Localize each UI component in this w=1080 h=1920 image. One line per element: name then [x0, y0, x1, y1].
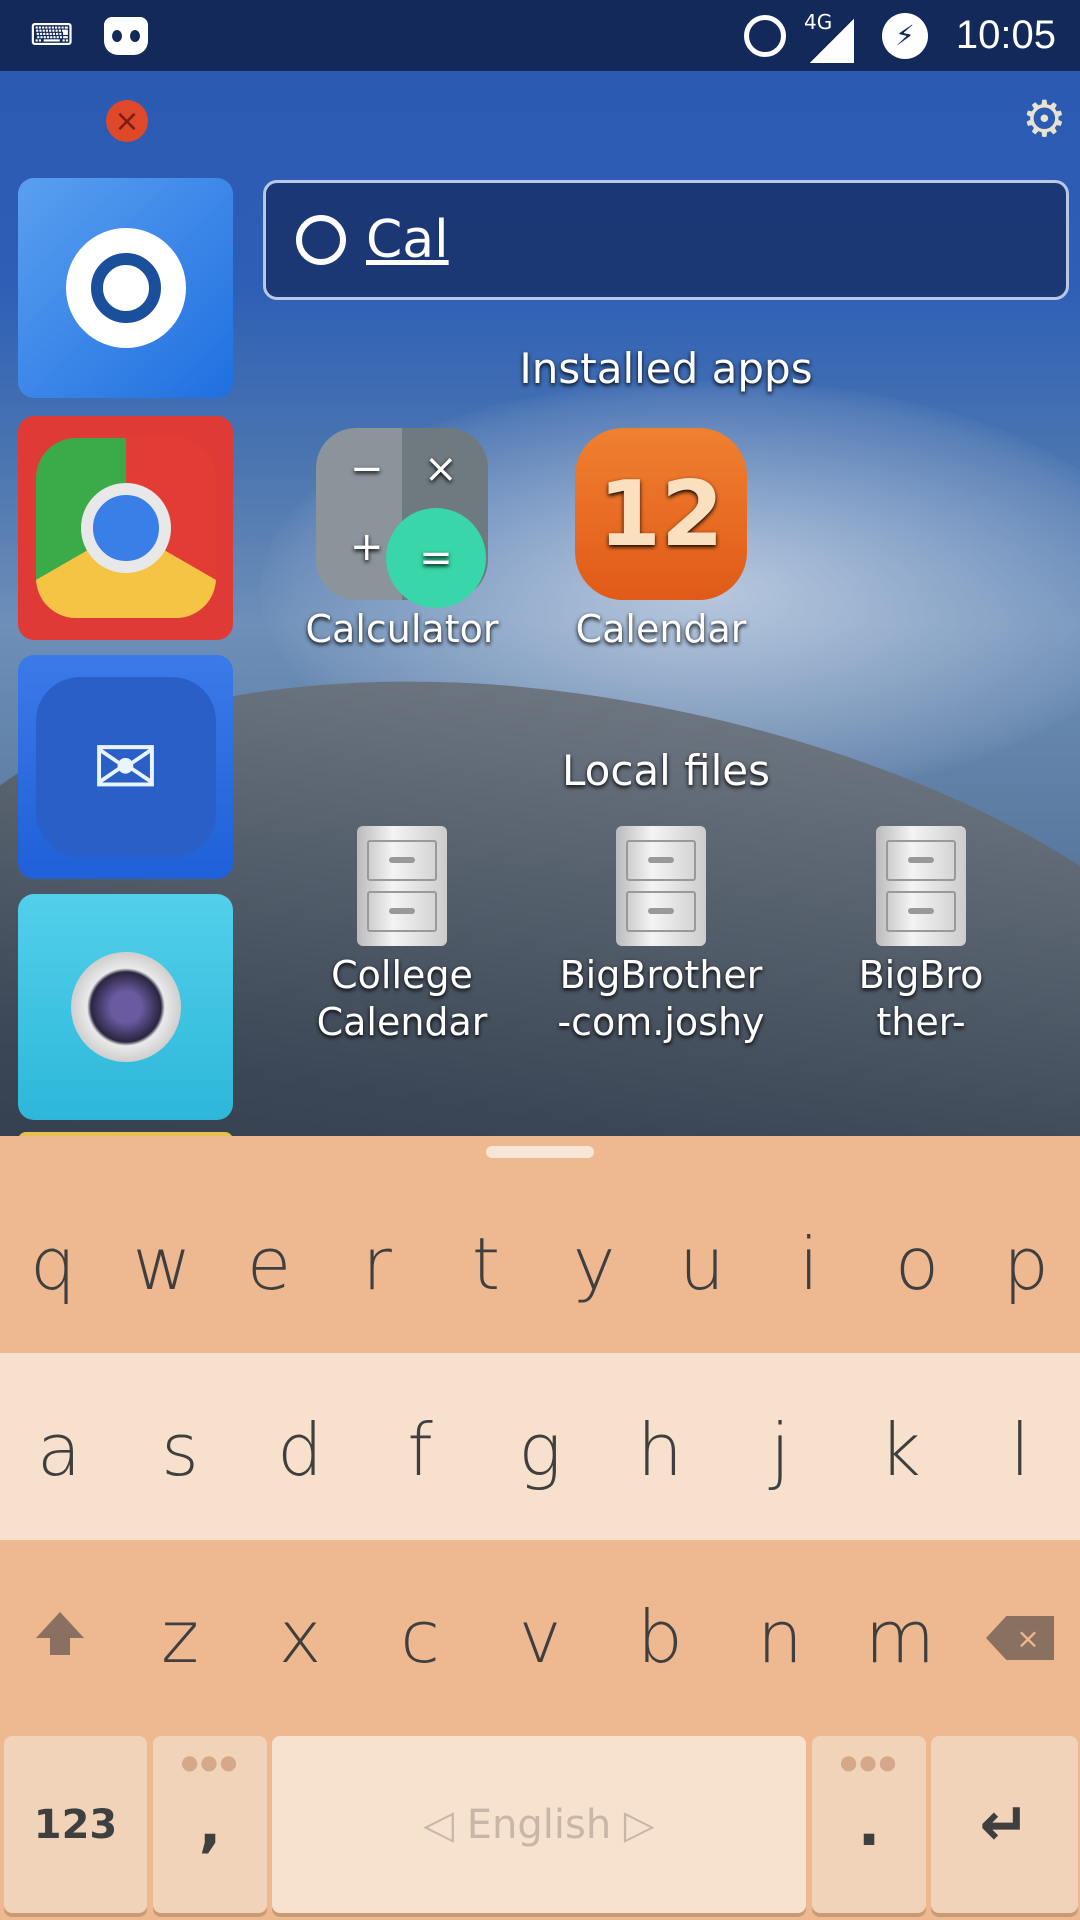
key-u[interactable]: u — [679, 1222, 725, 1306]
status-bar: ⌨ 4G ⚡ 10:05 — [0, 0, 1080, 71]
key-o[interactable]: o — [895, 1222, 939, 1306]
file-item[interactable]: College Calendar — [282, 826, 522, 1046]
file-label-line1: BigBrother — [559, 953, 763, 997]
space-key[interactable]: ◁ English ▷ — [272, 1736, 806, 1913]
key-t[interactable]: t — [472, 1222, 500, 1306]
cyanogen-icon — [104, 0, 148, 71]
key-y[interactable]: y — [573, 1222, 616, 1306]
key-z[interactable]: z — [161, 1595, 199, 1679]
key-r[interactable]: r — [362, 1222, 392, 1306]
key-g[interactable]: g — [518, 1408, 561, 1492]
key-l[interactable]: l — [1010, 1408, 1030, 1492]
key-k[interactable]: k — [879, 1408, 921, 1492]
period-label: . — [857, 1789, 881, 1860]
key-w[interactable]: w — [133, 1222, 192, 1306]
period-key[interactable]: ●●●. — [812, 1736, 926, 1913]
inbox-icon: ✉ — [35, 677, 216, 857]
app-calendar[interactable]: 12 Calendar — [541, 428, 781, 653]
chrome-icon — [35, 438, 216, 618]
sidebar-item-camera[interactable] — [18, 894, 233, 1120]
ubuntu-icon — [65, 228, 186, 348]
key-a[interactable]: a — [37, 1408, 81, 1492]
key-f[interactable]: f — [407, 1408, 432, 1492]
shift-key-stem — [50, 1637, 70, 1655]
clock: 10:05 — [955, 13, 1056, 57]
signal-icon — [810, 0, 854, 71]
key-s[interactable]: s — [161, 1408, 199, 1492]
key-i[interactable]: i — [799, 1222, 819, 1306]
keyboard-handle[interactable] — [486, 1146, 594, 1158]
key-n[interactable]: n — [757, 1595, 803, 1679]
comma-key[interactable]: ●●●, — [153, 1736, 267, 1913]
file-cabinet-icon — [876, 826, 966, 946]
comma-label: , — [198, 1789, 222, 1860]
app-label: Calendar — [575, 607, 747, 651]
sidebar-item-ubuntu[interactable] — [18, 178, 233, 398]
file-cabinet-icon — [616, 826, 706, 946]
key-j[interactable]: j — [770, 1408, 790, 1492]
settings-gear-icon[interactable]: ⚙ — [1022, 94, 1067, 144]
file-cabinet-icon — [357, 826, 447, 946]
file-label-line2: Calendar — [316, 1000, 488, 1044]
key-c[interactable]: c — [400, 1595, 440, 1679]
key-h[interactable]: h — [637, 1408, 683, 1492]
file-label-line2: ther- — [876, 1000, 966, 1044]
battery-charging-icon: ⚡ — [882, 0, 928, 71]
search-icon — [296, 215, 346, 265]
key-x[interactable]: x — [279, 1595, 322, 1679]
installed-apps-heading: Installed apps — [519, 344, 813, 393]
key-v[interactable]: v — [519, 1595, 562, 1679]
key-b[interactable]: b — [637, 1595, 683, 1679]
enter-key[interactable]: ↵ — [931, 1736, 1078, 1913]
numbers-key[interactable]: 123 — [4, 1736, 147, 1913]
app-label: Calculator — [305, 607, 499, 651]
file-item[interactable]: BigBro ther- — [801, 826, 1041, 1046]
sidebar-item-chrome[interactable] — [18, 416, 233, 640]
key-q[interactable]: q — [30, 1222, 76, 1306]
key-m[interactable]: m — [865, 1595, 935, 1679]
calendar-icon: 12 — [575, 428, 747, 600]
sidebar-item-inbox[interactable]: ✉ — [18, 655, 233, 879]
search-value: Cal — [366, 210, 449, 270]
enter-icon: ↵ — [979, 1789, 1030, 1860]
keyboard-icon: ⌨ — [30, 18, 74, 53]
file-label-line1: BigBro — [858, 953, 984, 997]
local-files-heading: Local files — [561, 746, 771, 795]
file-label-line1: College — [331, 953, 473, 997]
key-p[interactable]: p — [1003, 1222, 1049, 1306]
file-label-line2: -com.joshy — [557, 1000, 765, 1044]
camera-icon — [70, 952, 181, 1062]
app-calculator[interactable]: − × + = Calculator — [282, 428, 522, 653]
shift-key[interactable] — [36, 1612, 84, 1638]
search-input[interactable]: Cal — [263, 180, 1069, 300]
key-d[interactable]: d — [277, 1408, 323, 1492]
key-e[interactable]: e — [247, 1222, 291, 1306]
file-item[interactable]: BigBrother -com.joshy — [541, 826, 781, 1046]
alarm-icon — [744, 0, 786, 71]
close-icon[interactable]: × — [106, 100, 148, 142]
calculator-icon: − × + = — [316, 428, 488, 608]
